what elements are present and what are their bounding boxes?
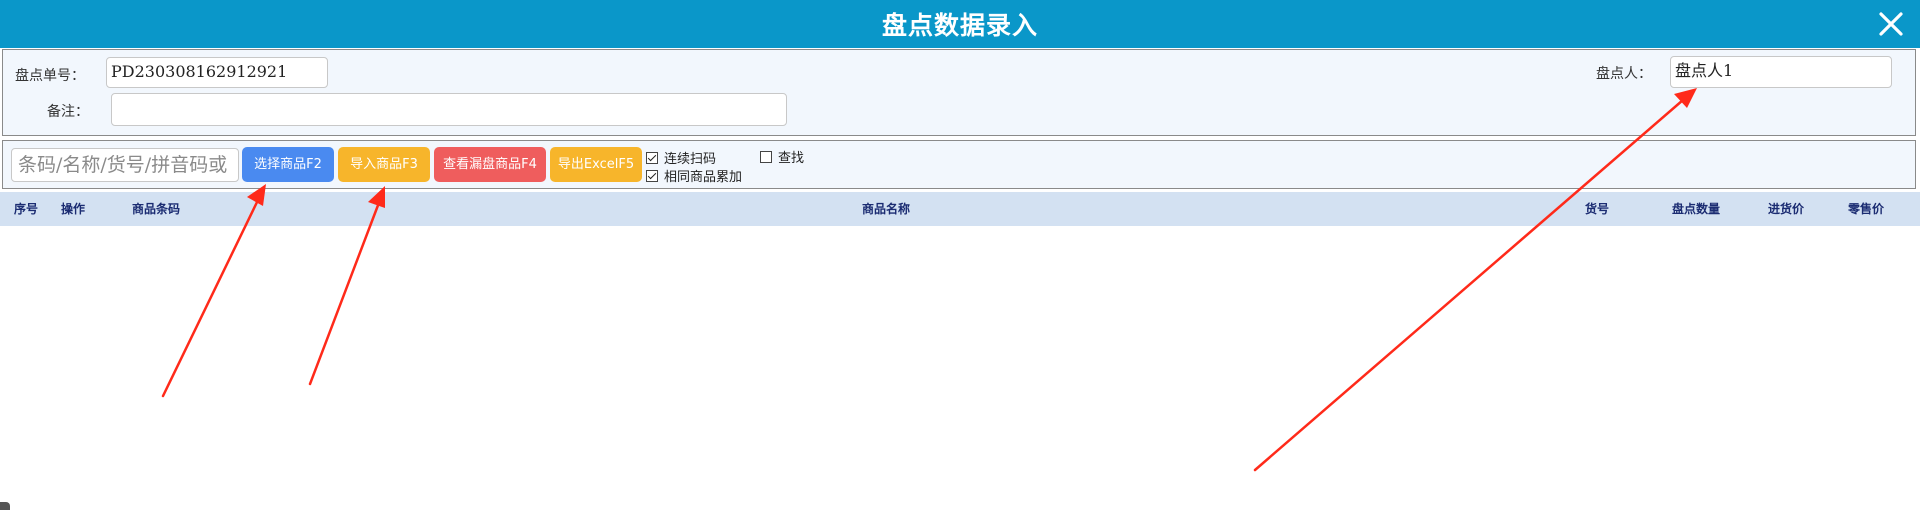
export-excel-button[interactable]: 导出ExcelF5 (550, 147, 642, 182)
order-no-field[interactable]: PD230308162912921 (106, 57, 328, 88)
checkbox-unchecked-icon[interactable] (760, 150, 772, 163)
counter-field[interactable]: 盘点人1 (1670, 56, 1892, 88)
remark-field[interactable] (111, 93, 787, 126)
checkbox-checked-icon[interactable] (646, 169, 658, 182)
window-title: 盘点数据录入 (881, 11, 1038, 40)
import-goods-button[interactable]: 导入商品F3 (338, 147, 430, 182)
table-header: 序号 操作 商品条码 商品名称 货号 盘点数量 进货价 零售价 (0, 192, 1920, 226)
toolbar-panel: 条码/名称/货号/拼音码或 选择商品F2 导入商品F3 查看漏盘商品F4 导出E… (2, 140, 1916, 189)
find-checkbox[interactable]: 查找 (760, 147, 804, 166)
continuous-scan-checkbox[interactable]: 连续扫码 (646, 148, 716, 167)
info-panel: 盘点单号： PD230308162912921 备注： 盘点人： 盘点人1 (2, 49, 1916, 136)
find-label: 查找 (778, 151, 805, 166)
continuous-scan-label: 连续扫码 (664, 152, 717, 167)
title-bar: 盘点数据录入 (0, 0, 1920, 48)
close-icon[interactable] (1876, 9, 1906, 39)
search-input[interactable]: 条码/名称/货号/拼音码或 (11, 148, 239, 182)
col-barcode[interactable]: 商品条码 (132, 192, 180, 226)
col-sku[interactable]: 货号 (1585, 192, 1609, 226)
accumulate-same-label: 相同商品累加 (664, 170, 743, 185)
col-name[interactable]: 商品名称 (862, 192, 910, 226)
counter-label: 盘点人： (1596, 66, 1652, 82)
checkbox-checked-icon[interactable] (646, 151, 658, 164)
view-missed-goods-button[interactable]: 查看漏盘商品F4 (434, 147, 546, 182)
col-retail-price[interactable]: 零售价 (1848, 192, 1884, 226)
col-purchase-price[interactable]: 进货价 (1768, 192, 1804, 226)
col-index[interactable]: 序号 (14, 192, 38, 226)
accumulate-same-checkbox[interactable]: 相同商品累加 (646, 166, 742, 185)
resize-grip[interactable] (0, 502, 10, 510)
col-count-qty[interactable]: 盘点数量 (1672, 192, 1720, 226)
col-action[interactable]: 操作 (61, 192, 85, 226)
select-goods-button[interactable]: 选择商品F2 (242, 147, 334, 182)
table-body (0, 226, 1920, 510)
order-no-label: 盘点单号： (15, 68, 85, 84)
remark-label: 备注： (47, 104, 89, 120)
